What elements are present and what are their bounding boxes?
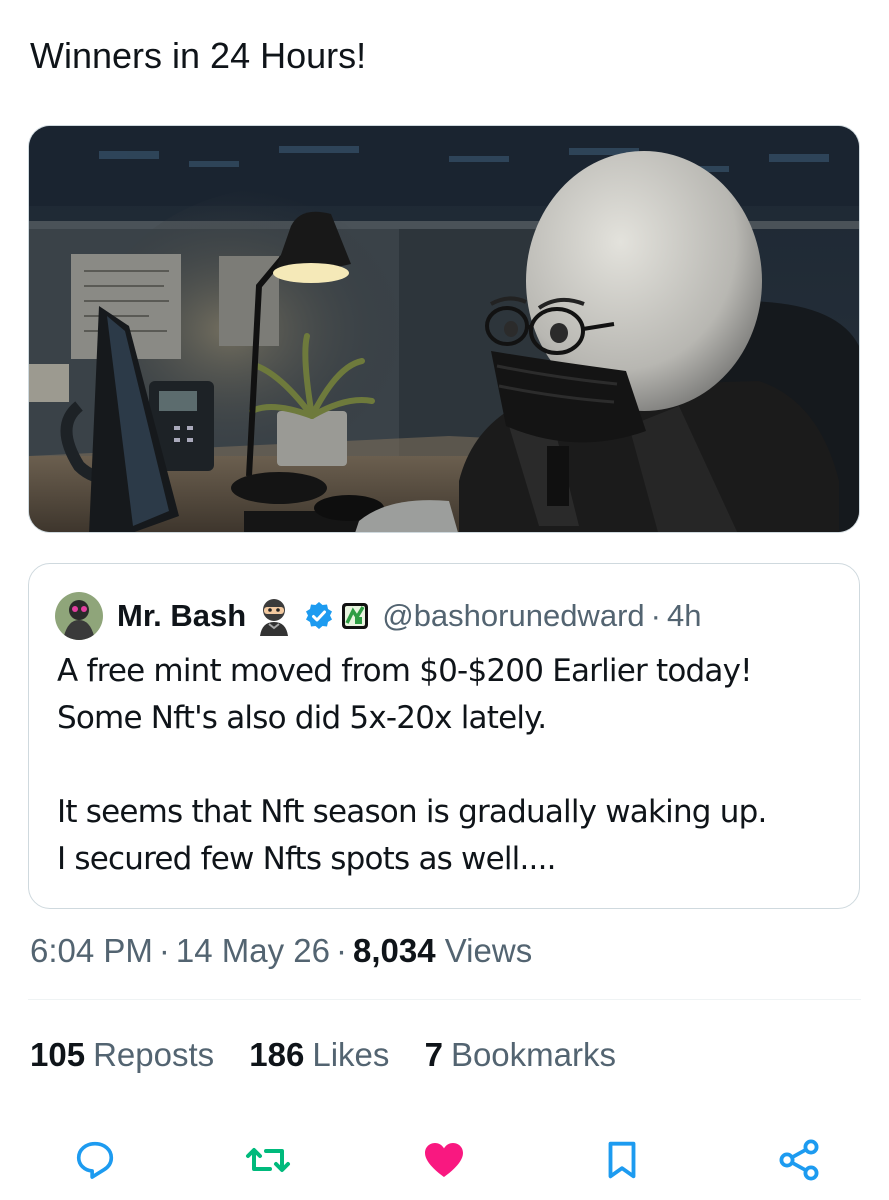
bookmarks-stat[interactable]: 7 Bookmarks	[425, 1036, 616, 1073]
tweet-image[interactable]	[28, 125, 860, 533]
engagement-stats: 105 Reposts 186 Likes 7 Bookmarks	[30, 1030, 642, 1080]
quoted-text-line: It seems that Nft season is gradually wa…	[57, 794, 767, 830]
likes-stat[interactable]: 186 Likes	[249, 1036, 389, 1073]
bookmarks-count: 7	[424, 1036, 443, 1073]
quoted-author-name[interactable]: Mr. Bash	[117, 598, 246, 634]
like-button[interactable]	[419, 1135, 469, 1185]
reposts-count: 105	[30, 1036, 86, 1073]
bookmark-button[interactable]	[597, 1135, 647, 1185]
like-icon	[425, 1143, 463, 1177]
avatar[interactable]	[55, 592, 103, 640]
likes-count: 186	[249, 1036, 305, 1073]
affiliate-badge-icon[interactable]	[340, 601, 370, 631]
reposts-stat[interactable]: 105 Reposts	[30, 1036, 214, 1073]
views-count: 8,034	[353, 932, 436, 969]
bookmark-icon	[608, 1141, 636, 1179]
divider	[28, 999, 861, 1000]
action-bar	[0, 1130, 889, 1190]
repost-button[interactable]	[243, 1135, 293, 1185]
quoted-tweet[interactable]: Mr. Bash @bashorunedward · 4h A free min…	[28, 563, 860, 909]
reposts-label: Reposts	[93, 1036, 215, 1073]
ninja-emoji-icon	[254, 596, 294, 636]
quoted-text-line: I secured few Nfts spots as well....	[57, 841, 557, 877]
quoted-tweet-text: A free mint moved from $0-$200 Earlier t…	[57, 648, 835, 883]
tweet-time[interactable]: 6:04 PM	[30, 932, 153, 969]
quoted-tweet-header: Mr. Bash @bashorunedward · 4h	[55, 590, 839, 642]
quoted-text-line: A free mint moved from $0-$200 Earlier t…	[57, 653, 753, 689]
tweet-text: Winners in 24 Hours!	[30, 35, 367, 76]
separator-dot: ·	[650, 598, 661, 633]
reply-button[interactable]	[70, 1135, 120, 1185]
share-icon	[779, 1139, 819, 1181]
bookmarks-label: Bookmarks	[450, 1036, 616, 1073]
quoted-author-handle[interactable]: @bashorunedward	[382, 598, 644, 634]
separator-dot: ·	[158, 932, 170, 969]
repost-icon	[246, 1148, 290, 1172]
tweet-date[interactable]: 14 May 26	[176, 932, 330, 969]
quoted-tweet-time[interactable]: 4h	[667, 598, 701, 634]
avatar-image	[55, 592, 103, 640]
views-label: Views	[444, 932, 533, 969]
likes-label: Likes	[312, 1036, 390, 1073]
verified-badge-icon[interactable]	[304, 601, 334, 631]
reply-icon	[76, 1141, 114, 1179]
separator-dot: ·	[336, 932, 347, 969]
quoted-text-line: Some Nft's also did 5x-20x lately.	[57, 700, 547, 736]
tweet-metadata: 6:04 PM · 14 May 26 · 8,034 Views	[30, 926, 532, 976]
share-button[interactable]	[774, 1135, 824, 1185]
egg-office-illustration	[29, 126, 859, 532]
